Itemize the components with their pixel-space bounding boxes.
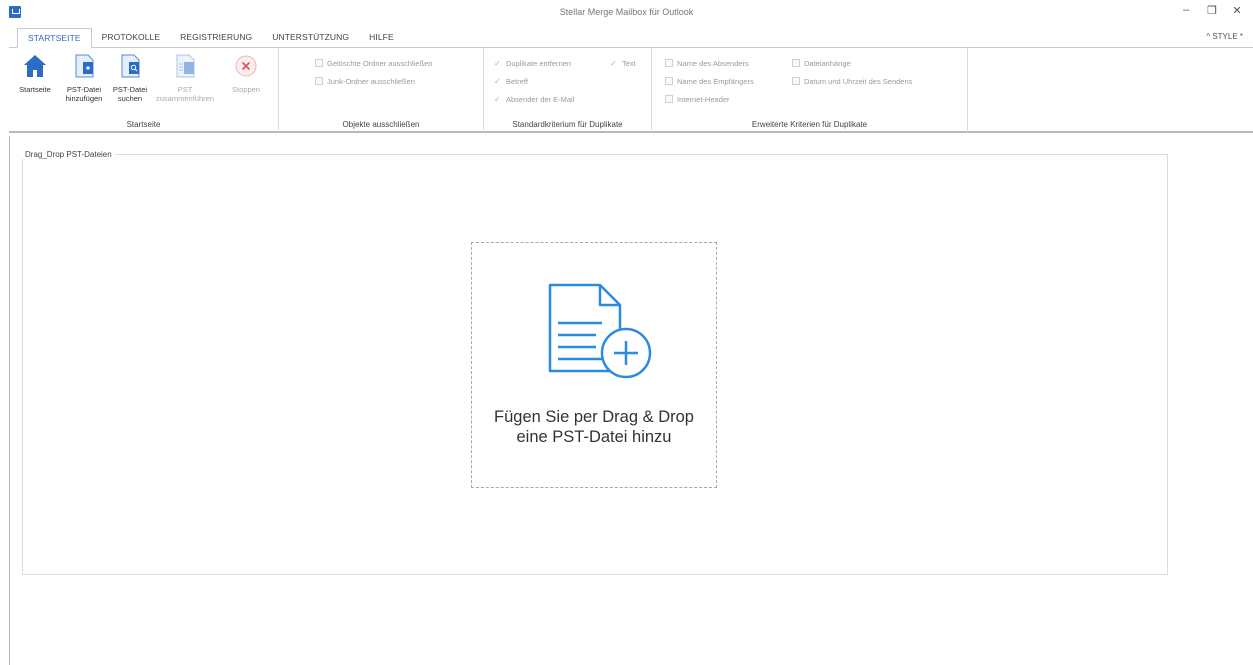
window-title: Stellar Merge Mailbox für Outlook [559,7,694,17]
style-menu-button[interactable]: ^ STYLE * [1206,32,1243,41]
title-bar: Stellar Merge Mailbox für Outlook – ❐ ✕ [0,0,1253,26]
tab-protokolle[interactable]: PROTOKOLLE [92,28,170,48]
ribbon-tabs: STARTSEITE PROTOKOLLE REGISTRIERUNG UNTE… [17,28,404,48]
group-standardkriterium: ✓ Duplikate entfernen ✓ Text ✓ Betreff ✓ Abs… [484,48,652,132]
check-icon: ✓ [494,77,501,86]
checkbox[interactable] [315,59,323,67]
drop-instruction: Fügen Sie per Drag & Drop eine PST-Datei… [494,408,694,446]
merge-pst-button[interactable]: PST zusammenführen [155,52,215,103]
close-button[interactable]: ✕ [1227,4,1247,17]
group-objekte-ausschliessen: Gelöschte Ordner ausschließen Junk-Ordne… [279,48,484,132]
group-startseite: Startseite PST-Datei hinzufügen PST-Date… [9,48,279,132]
option-subject[interactable]: ✓ Betreff [494,76,528,88]
add-document-icon [548,283,652,379]
checkbox[interactable] [665,77,673,85]
option-sender-name[interactable]: Name des Absenders [665,58,749,70]
group-label-standard: Standardkriterium für Duplikate [512,120,623,129]
option-exclude-junk[interactable]: Junk-Ordner ausschließen [315,76,415,88]
option-send-date-time[interactable]: Datum und Uhrzeit des Sendens [792,76,912,88]
tab-hilfe[interactable]: HILFE [359,28,404,48]
option-internet-header[interactable]: Internet-Header [665,94,730,106]
search-pst-button[interactable]: PST-Datei suchen [109,52,151,103]
home-icon [24,55,46,77]
checkbox[interactable] [315,77,323,85]
search-pst-file-icon [121,54,140,78]
add-pst-file-icon [75,54,94,78]
check-icon: ✓ [494,59,501,68]
option-remove-duplicates[interactable]: ✓ Duplikate entfernen [494,58,571,70]
minimize-button[interactable]: – [1176,4,1196,16]
fieldset-legend: Drag_Drop PST-Dateien [22,150,115,159]
option-exclude-deleted[interactable]: Gelöschte Ordner ausschließen [315,58,432,70]
group-label-objekte: Objekte ausschließen [342,120,420,129]
checkbox[interactable] [665,95,673,103]
group-label-startseite: Startseite [126,120,161,129]
main-panel: Fügen Sie per Drag & Drop eine PST-Datei… [9,136,1253,665]
home-button[interactable]: Startseite [14,52,56,94]
tab-unterstuetzung[interactable]: UNTERSTÜTZUNG [262,28,359,48]
add-pst-button[interactable]: PST-Datei hinzufügen [63,52,105,103]
pst-drop-zone[interactable]: Fügen Sie per Drag & Drop eine PST-Datei… [471,242,717,488]
check-icon: ✓ [494,95,501,104]
option-attachments[interactable]: Dateianhänge [792,58,851,70]
ribbon: Startseite PST-Datei hinzufügen PST-Date… [9,47,1253,133]
merge-pst-icon [176,54,195,78]
option-recipient-name[interactable]: Name des Empfängers [665,76,754,88]
stop-icon [235,55,257,77]
check-icon: ✓ [610,59,617,68]
maximize-button[interactable]: ❐ [1202,4,1222,17]
drag-drop-fieldset: Fügen Sie per Drag & Drop eine PST-Datei… [22,154,1168,575]
group-erweiterte-kriterien: Name des Absenders Dateianhänge Name des… [652,48,968,132]
checkbox[interactable] [792,77,800,85]
option-text[interactable]: ✓ Text [610,58,636,70]
checkbox[interactable] [792,59,800,67]
stop-button[interactable]: Stoppen [216,52,276,94]
tab-startseite[interactable]: STARTSEITE [17,28,92,48]
app-window: Stellar Merge Mailbox für Outlook – ❐ ✕ … [0,0,1253,665]
group-label-erweitert: Erweiterte Kriterien für Duplikate [751,120,868,129]
option-sender-email[interactable]: ✓ Absender der E-Mail [494,94,574,106]
checkbox[interactable] [665,59,673,67]
tab-registrierung[interactable]: REGISTRIERUNG [170,28,262,48]
